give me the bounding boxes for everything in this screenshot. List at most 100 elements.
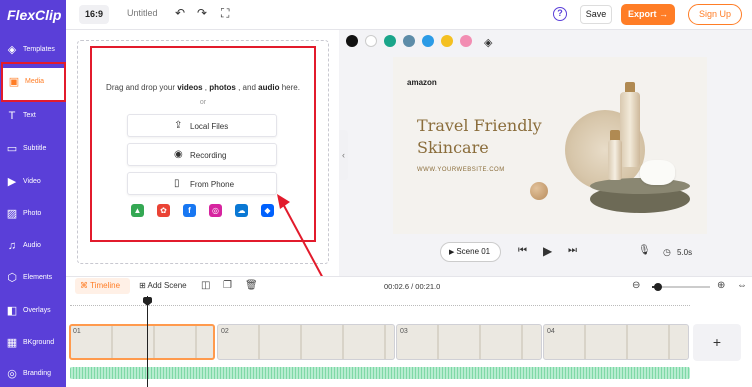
sidebar-item-branding[interactable]: ◎ Branding xyxy=(0,360,66,387)
add-scene-button[interactable]: ⊞ Add Scene xyxy=(139,281,187,290)
audio-waveform[interactable] xyxy=(70,367,690,379)
playhead[interactable] xyxy=(147,296,148,387)
zoom-in-icon[interactable]: ⊕ xyxy=(717,280,725,291)
timeline-clip[interactable] xyxy=(543,324,689,360)
instagram-icon[interactable]: ◎ xyxy=(209,204,222,217)
color-swatch[interactable] xyxy=(403,35,415,47)
split-icon[interactable]: ◫ xyxy=(201,280,210,291)
dropbox-icon[interactable]: ◆ xyxy=(261,204,274,217)
sidebar-item-label: Media xyxy=(25,78,45,85)
clip-number: 02 xyxy=(221,328,229,335)
media-folder-icon: ▣ xyxy=(8,76,20,88)
sidebar-item-label: Photo xyxy=(23,210,42,217)
sidebar: ◈ Templates ▣ Media T Text ▭ Subtitle ▶ Video ▨ Pho… xyxy=(0,30,66,387)
from-phone-label: From Phone xyxy=(190,180,235,189)
drop-videos: videos xyxy=(177,83,203,92)
microphone-icon[interactable]: 🎙 xyxy=(638,245,651,256)
background-icon: ▦ xyxy=(6,337,18,349)
color-swatch[interactable] xyxy=(422,35,434,47)
phone-icon: ▯ xyxy=(174,178,180,189)
previous-icon[interactable]: ⏮ xyxy=(518,245,527,256)
delete-icon[interactable]: 🗑 xyxy=(245,280,258,291)
subtitle-icon: ▭ xyxy=(6,143,18,155)
color-swatch[interactable] xyxy=(441,35,453,47)
sidebar-item-text[interactable]: T Text xyxy=(0,102,66,134)
sidebar-item-photo[interactable]: ▨ Photo xyxy=(0,200,66,232)
logo[interactable]: FlexClip xyxy=(0,0,66,30)
sidebar-item-overlays[interactable]: ◧ Overlays xyxy=(0,297,66,329)
clip-number: 03 xyxy=(400,328,408,335)
redo-icon[interactable]: ↷ xyxy=(197,6,207,20)
templates-icon: ◈ xyxy=(7,44,17,56)
flower-decoration xyxy=(640,160,675,185)
local-files-button[interactable]: ⇪ Local Files xyxy=(127,114,277,137)
sidebar-item-label: Elements xyxy=(23,274,53,281)
sidebar-item-label: Overlays xyxy=(23,307,51,314)
add-clip-button[interactable]: + xyxy=(693,324,741,361)
timeline-clip[interactable] xyxy=(217,324,395,360)
text-icon: T xyxy=(8,110,16,122)
zoom-out-icon[interactable]: ⊖ xyxy=(632,280,640,291)
duplicate-icon[interactable]: ❐ xyxy=(223,280,232,291)
flexclip-editor: FlexClip 16:9 Untitled ↶ ↷ ⛶ ? Save Expo… xyxy=(0,0,752,387)
help-icon[interactable]: ? xyxy=(553,7,567,21)
scene-duration[interactable]: 5.0s xyxy=(677,248,692,257)
recording-button[interactable]: ◉ Recording xyxy=(127,143,277,166)
scene-selector[interactable]: ▶ Scene 01 xyxy=(440,242,501,262)
color-swatch[interactable] xyxy=(365,35,377,47)
timeline-label: Timeline xyxy=(90,281,121,290)
project-name[interactable]: Untitled xyxy=(127,8,158,18)
play-icon[interactable]: ▶ xyxy=(543,244,552,258)
color-swatch[interactable] xyxy=(460,35,472,47)
clip-number: 01 xyxy=(73,328,81,335)
fit-icon[interactable]: ⇔ xyxy=(737,280,747,291)
brand-text: amazon xyxy=(407,78,437,87)
timeline-button[interactable]: ⌘ Timeline xyxy=(75,278,130,294)
elements-icon: ⬡ xyxy=(7,272,17,284)
google-drive-icon[interactable]: ▲ xyxy=(131,204,144,217)
sidebar-item-audio[interactable]: ♫ Audio xyxy=(0,232,66,264)
timeline-clip[interactable] xyxy=(396,324,542,360)
sidebar-item-bkground[interactable]: ▦ BKground xyxy=(0,329,66,361)
sidebar-item-label: Subtitle xyxy=(23,145,47,152)
export-button[interactable]: Export → xyxy=(621,4,675,25)
upload-icon: ⇪ xyxy=(174,120,183,131)
color-swatch[interactable] xyxy=(346,35,358,47)
next-icon[interactable]: ⏭ xyxy=(568,245,577,256)
color-swatch[interactable] xyxy=(384,35,396,47)
facebook-icon[interactable]: f xyxy=(183,204,196,217)
sidebar-item-subtitle[interactable]: ▭ Subtitle xyxy=(0,135,66,167)
from-phone-button[interactable]: ▯ From Phone xyxy=(127,172,277,195)
scene-label: Scene 01 xyxy=(456,247,491,256)
local-files-label: Local Files xyxy=(190,122,229,131)
pedestal-top xyxy=(590,178,690,194)
sidebar-item-label: BKground xyxy=(23,339,55,346)
timeline-clip[interactable] xyxy=(69,324,215,360)
skincare-bottle xyxy=(620,92,640,167)
headline-line-2[interactable]: Skincare xyxy=(417,138,489,157)
undo-icon[interactable]: ↶ xyxy=(175,6,185,20)
save-button[interactable]: Save xyxy=(580,5,612,24)
google-photos-icon[interactable]: ✿ xyxy=(157,204,170,217)
headline-line-1[interactable]: Travel Friendly xyxy=(417,116,542,135)
clock-icon: ◷ xyxy=(663,247,671,257)
onedrive-icon[interactable]: ☁ xyxy=(235,204,248,217)
sidebar-item-templates[interactable]: ◈ Templates xyxy=(0,36,66,68)
collapse-panel-icon[interactable]: ‹ xyxy=(339,130,348,180)
sidebar-item-elements[interactable]: ⬡ Elements xyxy=(0,264,66,296)
zoom-slider-handle[interactable] xyxy=(654,283,662,291)
audio-icon: ♫ xyxy=(7,240,17,252)
video-icon: ▶ xyxy=(7,176,17,188)
drop-audio: audio xyxy=(258,83,280,92)
website-text[interactable]: WWW.YOURWEBSITE.COM xyxy=(417,167,505,173)
sidebar-item-video[interactable]: ▶ Video xyxy=(0,168,66,200)
sidebar-item-label: Audio xyxy=(23,242,41,249)
overlays-icon: ◧ xyxy=(6,305,18,317)
fullscreen-icon[interactable]: ⛶ xyxy=(221,6,229,21)
drop-sep-2: , and xyxy=(235,83,259,92)
signup-button[interactable]: Sign Up xyxy=(688,4,742,25)
sidebar-item-media[interactable]: ▣ Media xyxy=(2,68,64,102)
fill-bucket-icon[interactable]: ◈ xyxy=(484,36,492,49)
aspect-ratio-button[interactable]: 16:9 xyxy=(79,5,109,24)
sidebar-item-label: Video xyxy=(23,178,41,185)
